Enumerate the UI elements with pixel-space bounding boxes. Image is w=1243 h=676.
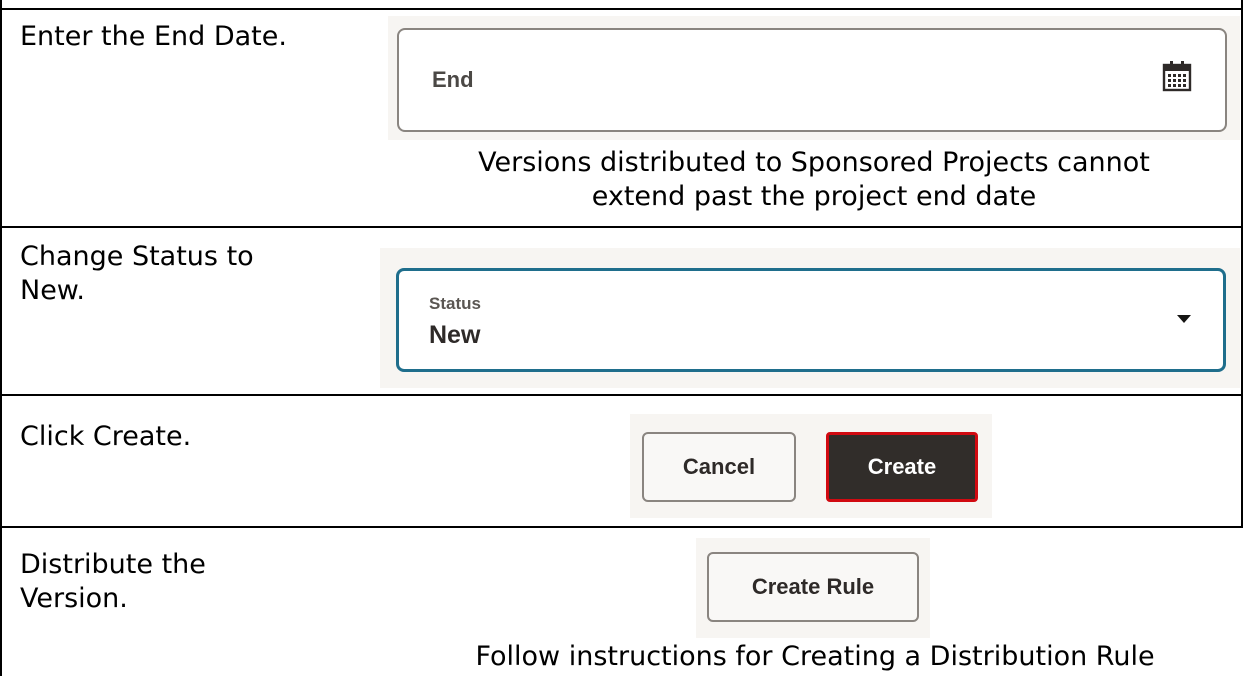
status-value: New — [429, 321, 481, 349]
instruction-text: Click Create. — [20, 421, 192, 452]
calendar-icon[interactable] — [1162, 60, 1192, 92]
screenshot-create: Cancel Create — [630, 414, 992, 518]
caption-line: Versions distributed to Sponsored Projec… — [478, 147, 1150, 178]
create-rule-note: Follow instructions for Creating a Distr… — [475, 641, 1155, 672]
table-top-border — [0, 8, 1243, 10]
instruction-text: Distribute the Version. — [20, 548, 206, 616]
instruction-text: Enter the End Date. — [20, 21, 287, 52]
status-select[interactable]: Status New — [396, 268, 1226, 372]
status-label: Status — [429, 294, 481, 313]
end-date-note: Versions distributed to Sponsored Projec… — [388, 146, 1240, 214]
instruction-line: Change Status to — [20, 241, 254, 272]
instruction-line: New. — [20, 275, 85, 306]
caret-down-icon[interactable] — [1175, 312, 1193, 324]
end-date-label: End — [432, 67, 474, 92]
instruction-line: Distribute the — [20, 549, 206, 580]
screenshot-end-date: End — [388, 16, 1240, 140]
row-divider — [0, 526, 1243, 528]
instruction-text: Change Status to New. — [20, 240, 254, 308]
row-divider — [0, 226, 1243, 228]
row-divider — [0, 394, 1243, 396]
table-left-border — [0, 0, 2, 676]
cancel-button[interactable]: Cancel — [642, 432, 796, 502]
create-button[interactable]: Create — [826, 432, 978, 502]
end-date-field[interactable]: End — [397, 28, 1227, 132]
instruction-table: Enter the End Date. End Versions distrib… — [0, 0, 1243, 676]
caption-line: extend past the project end date — [591, 181, 1037, 212]
instruction-line: Version. — [20, 583, 128, 614]
screenshot-status: Status New — [380, 248, 1240, 388]
screenshot-create-rule: Create Rule — [696, 538, 930, 638]
create-rule-button[interactable]: Create Rule — [707, 552, 919, 622]
